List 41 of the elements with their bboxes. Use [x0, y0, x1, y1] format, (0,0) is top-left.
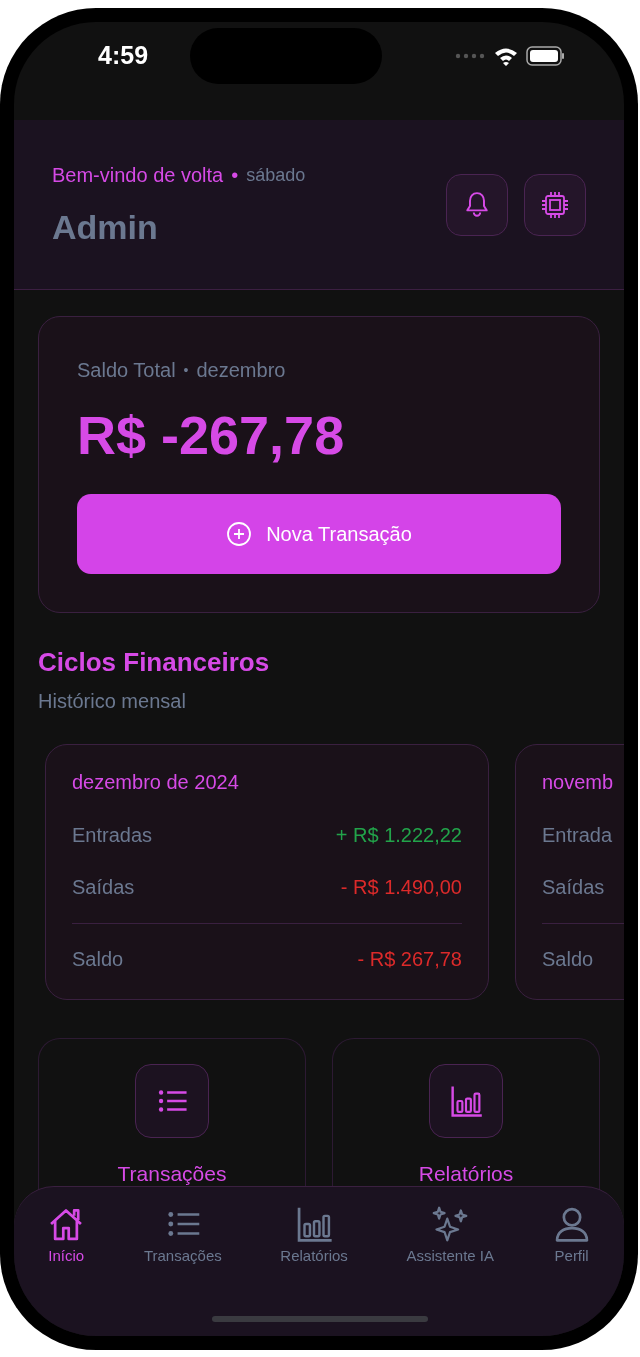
month-label: dezembro	[196, 358, 286, 383]
signal-icon	[454, 53, 486, 59]
chip-icon	[540, 190, 570, 220]
row-label: Saídas	[542, 874, 605, 900]
row-value: + R$ 1.222,22	[335, 822, 462, 848]
day-label: sábado	[246, 163, 306, 187]
bar-chart-icon	[295, 1205, 334, 1243]
nav-tab[interactable]: Transações	[141, 1205, 224, 1271]
nav-tab[interactable]: Relatórios	[278, 1205, 350, 1271]
row-label: Saldo	[542, 946, 594, 972]
row-value: - R$ 267,78	[357, 946, 462, 972]
greeting: Bem-vindo de volta	[52, 163, 224, 188]
row-label: Entrada	[542, 822, 613, 848]
nav-tab[interactable]: Perfil	[550, 1205, 593, 1271]
new-transaction-button[interactable]: Nova Transação	[77, 493, 561, 574]
separator-dot: •	[231, 163, 239, 188]
shortcut-title: Transações	[117, 1160, 227, 1187]
row-label: Saldo	[72, 946, 124, 972]
battery-icon	[526, 46, 564, 66]
nav-tab[interactable]: Assistente IA	[404, 1205, 496, 1271]
section-title: Ciclos Financeiros	[38, 645, 271, 679]
bell-icon	[464, 191, 490, 219]
nav-tab[interactable]: Início	[45, 1205, 88, 1271]
plus-circle-icon	[226, 520, 253, 547]
cycle-title: dezembro de 2024	[72, 769, 240, 795]
user-name: Admin	[52, 207, 159, 248]
chip-button[interactable]	[524, 174, 586, 236]
wifi-icon	[494, 46, 518, 66]
notifications-button[interactable]	[446, 174, 508, 236]
sparkles-icon	[431, 1205, 470, 1243]
clock: 4:59	[98, 40, 149, 72]
row-value: - R$ 1.490,00	[340, 874, 462, 900]
section-subtitle: Histórico mensal	[38, 688, 187, 714]
balance-label: Saldo Total	[77, 358, 176, 383]
cycle-title: novemb	[542, 769, 615, 795]
row-label: Entradas	[72, 822, 153, 848]
balance-amount: R$ -267,78	[77, 404, 346, 467]
bar-chart-icon	[449, 1083, 483, 1118]
shortcut-title: Relatórios	[418, 1160, 514, 1187]
separator-dot: •	[183, 360, 189, 380]
row-label: Saídas	[72, 874, 135, 900]
